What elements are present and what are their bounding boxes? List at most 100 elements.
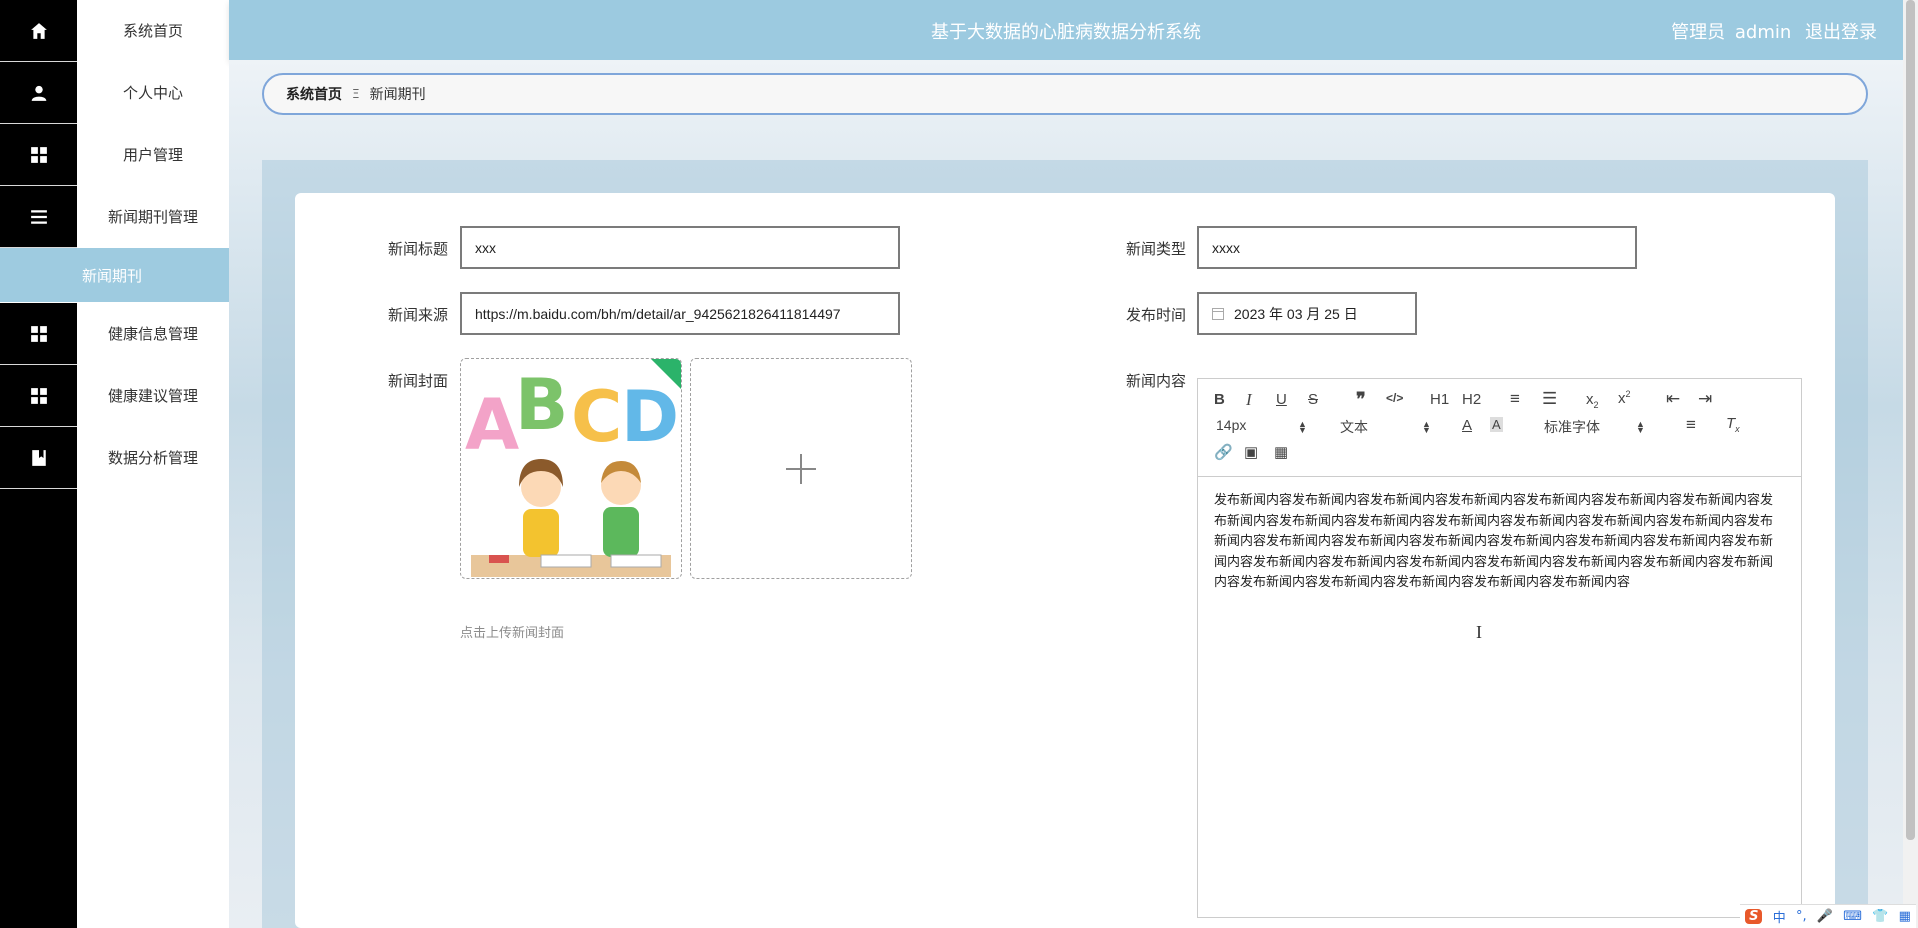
grid-icon[interactable] [0, 124, 77, 186]
font-color-icon[interactable]: A [1462, 417, 1472, 434]
sidebar-item-label: 健康建议管理 [107, 387, 198, 405]
cover-letter-c: C [571, 376, 622, 458]
clear-format-icon[interactable]: Tx [1726, 415, 1740, 434]
superscript-icon[interactable]: x2 [1618, 389, 1631, 407]
news-type-value: xxxx [1212, 239, 1240, 256]
menu-grid-icon[interactable]: ▦ [1899, 909, 1911, 924]
cover-image-thumbnail[interactable]: A B C D [460, 358, 682, 579]
sidebar-item-label: 数据分析管理 [107, 449, 198, 467]
font-size-value: 14px [1216, 417, 1247, 433]
sidebar-item-label: 新闻期刊管理 [107, 208, 198, 226]
upload-hint: 点击上传新闻封面 [460, 626, 565, 641]
page-scrollbar[interactable] [1903, 0, 1918, 928]
microphone-icon[interactable]: 🎤 [1817, 909, 1833, 924]
font-size-select[interactable]: 14px ▲ ▼ [1216, 417, 1307, 437]
link-icon[interactable]: 🔗 [1214, 443, 1233, 461]
sidebar-item-label: 新闻期刊 [82, 266, 143, 285]
sidebar-item-personal-center[interactable]: 个人中心 [77, 62, 229, 124]
outdent-icon[interactable]: ⇤ [1666, 389, 1680, 409]
top-header: 基于大数据的心脏病数据分析系统 管理员 admin 退出登录 [229, 0, 1903, 60]
sidebar-item-label: 个人中心 [122, 84, 183, 102]
font-family-select[interactable]: 标准字体 ▲ ▼ [1544, 417, 1645, 437]
news-source-label: 新闻来源 [387, 306, 448, 324]
font-family-value: 标准字体 [1544, 419, 1600, 435]
editor-toolbar: B I U S ❞ </> H1 H2 ≡ ☰ x2 x2 ⇤ ⇥ 14px ▲… [1198, 379, 1801, 477]
user-area: 管理员 admin 退出登录 [1663, 18, 1877, 44]
video-icon[interactable]: ▦ [1274, 443, 1288, 461]
bullet-list-icon[interactable]: ☰ [1542, 389, 1557, 409]
bold-icon[interactable]: B [1214, 391, 1225, 408]
sidebar: 系统首页 个人中心 用户管理 新闻期刊管理 新闻期刊 健康信息管理 健康建议管理… [0, 0, 229, 928]
cover-image: A B C D [465, 359, 681, 577]
grid-icon[interactable] [0, 365, 77, 427]
sidebar-item-health-info[interactable]: 健康信息管理 [77, 303, 229, 365]
sidebar-item-label: 系统首页 [122, 22, 183, 40]
editor-content-area[interactable]: 发布新闻内容发布新闻内容发布新闻内容发布新闻内容发布新闻内容发布新闻内容发布新闻… [1198, 477, 1801, 608]
breadcrumb-current: 新闻期刊 [369, 87, 426, 103]
chevron-updown-icon: ▲ ▼ [1422, 419, 1431, 435]
indent-icon[interactable]: ⇥ [1698, 389, 1712, 409]
breadcrumb-home[interactable]: 系统首页 [286, 84, 342, 104]
punctuation-icon[interactable]: °, [1796, 909, 1807, 924]
news-cover-label: 新闻封面 [387, 372, 448, 390]
home-icon[interactable] [0, 0, 77, 62]
cover-letter-d: D [621, 376, 679, 458]
breadcrumb: 系统首页 Ξ 新闻期刊 [262, 73, 1868, 115]
sidebar-item-user-management[interactable]: 用户管理 [77, 124, 229, 186]
username: admin [1734, 22, 1792, 43]
italic-icon[interactable]: I [1246, 390, 1252, 410]
news-title-input[interactable]: xxx [460, 226, 900, 269]
sidebar-item-data-analysis[interactable]: 数据分析管理 [77, 427, 229, 489]
list-icon[interactable] [0, 186, 77, 248]
sidebar-item-home[interactable]: 系统首页 [77, 0, 229, 62]
scrollbar-thumb[interactable] [1906, 0, 1915, 840]
publish-time-picker[interactable]: 2023 年 03 月 25 日 [1197, 292, 1417, 335]
strikethrough-icon[interactable]: S [1308, 391, 1318, 408]
sidebar-subitem-news[interactable]: 新闻期刊 [0, 248, 229, 303]
app-title: 基于大数据的心脏病数据分析系统 [931, 22, 1201, 43]
ime-toolbar: S 中 °, 🎤 ⌨ 👕 ▦ [1740, 904, 1916, 928]
rich-text-editor: B I U S ❞ </> H1 H2 ≡ ☰ x2 x2 ⇤ ⇥ 14px ▲… [1197, 378, 1802, 918]
header-select[interactable]: 文本 ▲ ▼ [1340, 417, 1431, 437]
breadcrumb-separator: Ξ [352, 87, 360, 101]
calendar-icon [1212, 307, 1224, 320]
header-2-icon[interactable]: H2 [1462, 391, 1481, 408]
sidebar-item-label: 健康信息管理 [107, 325, 198, 343]
publish-time-value: 2023 年 03 月 25 日 [1234, 305, 1358, 322]
plus-icon-vertical [800, 454, 802, 484]
cover-letter-a: A [465, 384, 519, 466]
publish-time-label: 发布时间 [1125, 306, 1186, 324]
news-source-input[interactable]: https://m.baidu.com/bh/m/detail/ar_94256… [460, 292, 900, 335]
header-select-value: 文本 [1340, 419, 1368, 435]
user-icon[interactable] [0, 62, 77, 124]
underline-icon[interactable]: U [1276, 391, 1287, 408]
sidebar-item-health-advice[interactable]: 健康建议管理 [77, 365, 229, 427]
chevron-updown-icon: ▲ ▼ [1636, 419, 1645, 435]
image-icon[interactable]: ▣ [1244, 443, 1258, 461]
logout-link[interactable]: 退出登录 [1805, 22, 1877, 43]
user-role: 管理员 [1671, 22, 1726, 43]
grid-icon[interactable] [0, 303, 77, 365]
sidebar-item-news-management[interactable]: 新闻期刊管理 [77, 186, 229, 248]
keyboard-icon[interactable]: ⌨ [1843, 909, 1862, 924]
code-block-icon[interactable]: </> [1386, 391, 1403, 405]
book-icon[interactable] [0, 427, 77, 489]
header-1-icon[interactable]: H1 [1430, 391, 1449, 408]
news-type-label: 新闻类型 [1125, 240, 1186, 258]
ime-logo-icon[interactable]: S [1745, 909, 1763, 924]
align-icon[interactable]: ≡ [1686, 415, 1696, 435]
news-type-input[interactable]: xxxx [1197, 226, 1637, 269]
background-color-icon[interactable]: A [1490, 417, 1503, 432]
news-content-label: 新闻内容 [1125, 372, 1186, 390]
skin-icon[interactable]: 👕 [1872, 909, 1888, 924]
news-title-label: 新闻标题 [387, 240, 448, 258]
ime-language[interactable]: 中 [1773, 907, 1786, 926]
chevron-updown-icon: ▲ ▼ [1298, 419, 1307, 435]
ordered-list-icon[interactable]: ≡ [1510, 389, 1520, 409]
cover-letter-b: B [515, 364, 568, 446]
upload-cover-button[interactable] [690, 358, 912, 579]
blockquote-icon[interactable]: ❞ [1356, 389, 1366, 410]
subscript-icon[interactable]: x2 [1586, 391, 1599, 410]
sidebar-item-label: 用户管理 [122, 146, 183, 164]
news-title-value: xxx [475, 239, 496, 256]
